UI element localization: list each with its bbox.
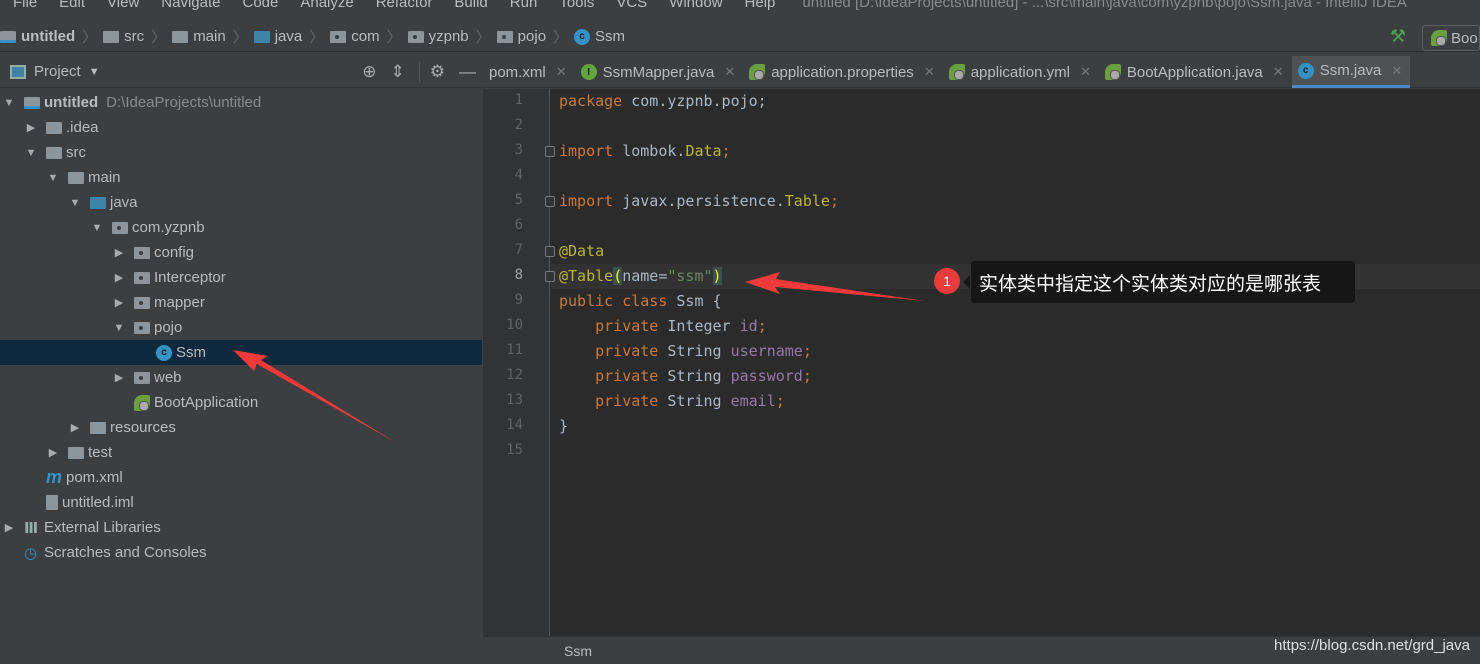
annotation-callout: 实体类中指定这个实体类对应的是哪张表 <box>963 261 1355 303</box>
red-arrow-to-table <box>745 272 925 301</box>
annotation-badge: 1 <box>934 268 960 294</box>
red-arrow-to-ssm <box>233 350 395 442</box>
annotation-arrows <box>233 272 925 442</box>
